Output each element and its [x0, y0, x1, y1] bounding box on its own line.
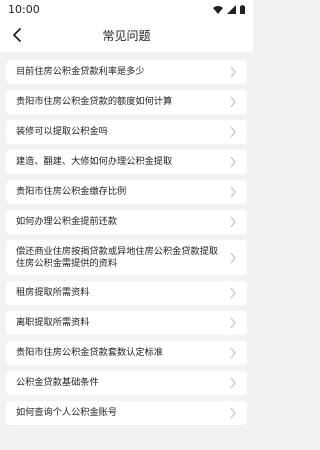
faq-item[interactable]: 目前住房公积金贷款利率是多少 [6, 60, 247, 84]
status-icons [213, 4, 245, 14]
faq-item[interactable]: 租房提取所需资料 [6, 281, 247, 305]
wifi-icon [213, 5, 223, 14]
faq-item[interactable]: 公积金贷款基础条件 [6, 371, 247, 395]
chevron-right-icon [230, 252, 236, 263]
chevron-right-icon [230, 287, 236, 299]
faq-item[interactable]: 装修可以提取公积金吗 [6, 120, 247, 144]
status-time: 10:00 [8, 2, 40, 16]
faq-item-label: 目前住房公积金贷款利率是多少 [16, 66, 145, 78]
status-bar: 10:00 [0, 0, 253, 18]
faq-item-label: 贵阳市住房公积金贷款的额度如何计算 [16, 96, 173, 108]
faq-item-label: 贵阳市住房公积金缴存比例 [16, 186, 127, 198]
faq-item[interactable]: 偿还商业住房按揭贷款或异地住房公积金贷款提取住房公积金需提供的资料 [6, 240, 247, 275]
signal-icon [227, 4, 236, 14]
chevron-right-icon [230, 156, 236, 168]
faq-item-label: 离职提取所需资料 [16, 317, 90, 329]
faq-item[interactable]: 贵阳市住房公积金贷款的额度如何计算 [6, 90, 247, 114]
faq-item[interactable]: 如何办理公积金提前还款 [6, 210, 247, 234]
faq-item-label: 如何查询个人公积金账号 [16, 407, 118, 419]
faq-item-label: 偿还商业住房按揭贷款或异地住房公积金贷款提取住房公积金需提供的资料 [16, 246, 219, 269]
chevron-right-icon [230, 216, 236, 228]
faq-item-label: 租房提取所需资料 [16, 287, 90, 299]
chevron-right-icon [230, 126, 236, 138]
back-button[interactable] [8, 26, 26, 44]
faq-item[interactable]: 贵阳市住房公积金缴存比例 [6, 180, 247, 204]
faq-item-label: 如何办理公积金提前还款 [16, 216, 118, 228]
nav-bar: 常见问题 [0, 18, 253, 52]
back-arrow-icon [13, 28, 21, 42]
faq-item-label: 装修可以提取公积金吗 [16, 126, 108, 138]
faq-item-label: 贵阳市住房公积金贷款套数认定标准 [16, 347, 163, 359]
chevron-right-icon [230, 317, 236, 329]
faq-item[interactable]: 建造、翻建、大修如何办理公积金提取 [6, 150, 247, 174]
faq-item[interactable]: 如何查询个人公积金账号 [6, 401, 247, 425]
chevron-right-icon [230, 407, 236, 419]
battery-icon [240, 4, 245, 14]
faq-item-label: 公积金贷款基础条件 [16, 377, 99, 389]
chevron-right-icon [230, 186, 236, 198]
chevron-right-icon [230, 347, 236, 359]
faq-list: 目前住房公积金贷款利率是多少 贵阳市住房公积金贷款的额度如何计算 装修可以提取公… [0, 52, 253, 425]
faq-item[interactable]: 离职提取所需资料 [6, 311, 247, 335]
chevron-right-icon [230, 66, 236, 78]
chevron-right-icon [230, 377, 236, 389]
faq-item-label: 建造、翻建、大修如何办理公积金提取 [16, 156, 173, 168]
chevron-right-icon [230, 96, 236, 108]
page-title: 常见问题 [102, 28, 151, 43]
faq-item[interactable]: 贵阳市住房公积金贷款套数认定标准 [6, 341, 247, 365]
